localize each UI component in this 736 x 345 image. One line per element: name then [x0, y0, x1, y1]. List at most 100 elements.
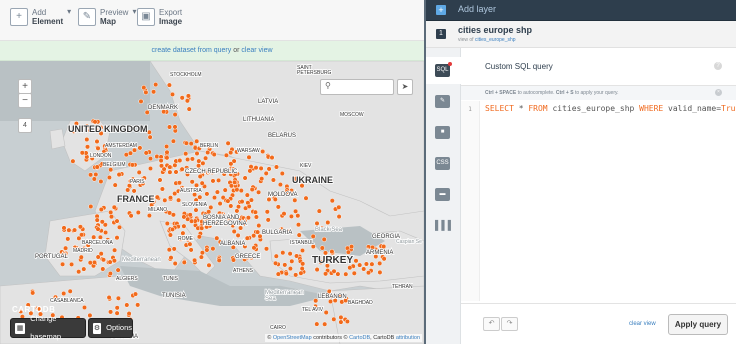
query-info-bar: create dataset from query or clear view	[0, 41, 424, 61]
city-dot	[193, 207, 199, 213]
add-layer-label[interactable]: Add layer	[458, 4, 496, 14]
cartodb-link[interactable]: CartoDB	[349, 335, 370, 341]
map-label-armenia: ARMENIA	[366, 250, 393, 256]
chevron-down-icon: ▾	[67, 6, 72, 16]
city-dot	[146, 213, 152, 219]
add-layer-bar[interactable]: + Add layer	[426, 0, 736, 21]
map-label-mediterranean: Mediterranean	[122, 257, 161, 263]
city-dot	[154, 194, 160, 200]
map-label-berlin: BERLIN	[200, 143, 218, 149]
map-label-athens: ATHENS	[233, 268, 254, 274]
city-dot	[288, 213, 294, 219]
city-dot	[127, 150, 134, 156]
add-element-button[interactable]: + Add Element ▾	[10, 6, 72, 26]
apply-query-button[interactable]: Apply query	[668, 314, 728, 335]
city-dot	[248, 164, 254, 170]
sql-icon[interactable]: SQL	[435, 62, 452, 77]
city-dot	[280, 250, 286, 256]
clear-view-link[interactable]: clear view	[629, 321, 656, 327]
undo-button[interactable]: ↶	[483, 317, 500, 331]
export-image-button[interactable]: ▣ Export Image	[137, 8, 182, 26]
city-dot	[244, 192, 250, 198]
sql-code[interactable]: SELECT * FROM cities_europe_shp WHERE va…	[485, 104, 736, 113]
city-dot	[116, 224, 123, 230]
city-dot	[216, 177, 222, 183]
city-dot	[357, 262, 363, 268]
map-canvas[interactable]: STOCKHOLM SAINT PETERSBURG LATVIA DENMARK LIT…	[0, 61, 424, 344]
city-dot	[206, 262, 212, 268]
city-dot	[97, 234, 103, 240]
map-label-tel-aviv: TEL AVIV	[302, 307, 324, 313]
city-dot	[172, 162, 178, 168]
city-dot	[331, 316, 337, 322]
map-label-czech: CZECH REPUBLIC	[185, 169, 238, 175]
city-dot	[251, 233, 257, 239]
city-dot	[94, 217, 100, 223]
zoom-in-button[interactable]: +	[18, 79, 32, 94]
city-dot	[95, 145, 101, 151]
map-label-rome: ROME	[178, 236, 194, 242]
add-element-label: Element	[32, 17, 64, 26]
city-dot	[159, 186, 165, 192]
map-label-st-petersburg: PETERSBURG	[297, 70, 332, 76]
city-dot	[253, 214, 259, 220]
city-dot	[115, 295, 121, 301]
city-dot	[277, 182, 283, 188]
city-dot	[283, 271, 289, 277]
layer-source-link[interactable]: cities_europe_shp	[475, 37, 516, 43]
map-label-tunis: TUNIS	[163, 276, 179, 282]
layer-name[interactable]: cities europe shp	[458, 25, 532, 35]
city-dot	[128, 213, 134, 219]
city-dot	[77, 224, 83, 230]
share-button[interactable]: ➤	[397, 79, 413, 95]
map-label-moscow: MOSCOW	[340, 112, 364, 118]
city-dot	[136, 169, 142, 175]
attr-comma: ,	[370, 335, 372, 341]
city-dot	[181, 259, 187, 265]
map-search-input[interactable]: ⚲	[320, 79, 394, 95]
city-dot	[192, 257, 198, 263]
city-dot	[79, 232, 85, 238]
city-dot	[217, 201, 223, 207]
wizard-icon[interactable]: ✎	[435, 95, 450, 108]
css-icon[interactable]: CSS	[435, 157, 450, 170]
city-dot	[258, 165, 264, 171]
infowindow-icon[interactable]: ■	[435, 126, 450, 139]
options-button[interactable]: ⚙ Options	[88, 318, 133, 338]
city-dot	[164, 155, 170, 161]
city-dot	[158, 163, 165, 169]
create-dataset-link[interactable]: create dataset from query	[151, 47, 231, 54]
city-dot	[94, 164, 100, 170]
close-icon[interactable]: ×	[715, 89, 722, 96]
preview-map-button[interactable]: ✎ Preview Map ▾	[78, 7, 136, 26]
clear-view-link[interactable]: clear view	[241, 47, 272, 54]
city-dot	[164, 149, 170, 155]
city-dot	[321, 236, 327, 242]
city-dot	[164, 143, 170, 150]
help-icon[interactable]: ?	[714, 62, 722, 70]
sql-editor[interactable]: 1 SELECT * FROM cities_europe_shp WHERE …	[461, 101, 736, 301]
redo-button[interactable]: ↷	[501, 317, 518, 331]
city-dot	[266, 166, 272, 172]
filters-icon[interactable]: ▌▌▌	[435, 219, 454, 232]
city-dot	[30, 290, 36, 296]
city-dot	[275, 271, 281, 277]
attribution-link[interactable]: attribution	[396, 335, 420, 341]
osm-link[interactable]: OpenStreetMap	[273, 335, 312, 341]
city-dot	[91, 259, 98, 265]
hint-text-1: to autocomplete.	[517, 90, 555, 96]
map-label-barcelona: BARCELONA	[82, 240, 114, 246]
city-dot	[169, 91, 176, 97]
city-dot	[199, 250, 205, 256]
map-label-greece: GREECE	[235, 254, 260, 260]
city-dot	[295, 213, 301, 219]
city-dot	[326, 288, 332, 294]
city-dot	[169, 226, 176, 232]
legend-icon[interactable]: ▬	[435, 188, 450, 201]
city-dot	[179, 95, 185, 101]
city-dot	[153, 82, 159, 88]
zoom-out-button[interactable]: −	[18, 93, 32, 108]
change-basemap-button[interactable]: ▦ Change basemap	[10, 314, 86, 341]
city-dot	[336, 204, 342, 210]
export-label: Image	[159, 17, 183, 26]
